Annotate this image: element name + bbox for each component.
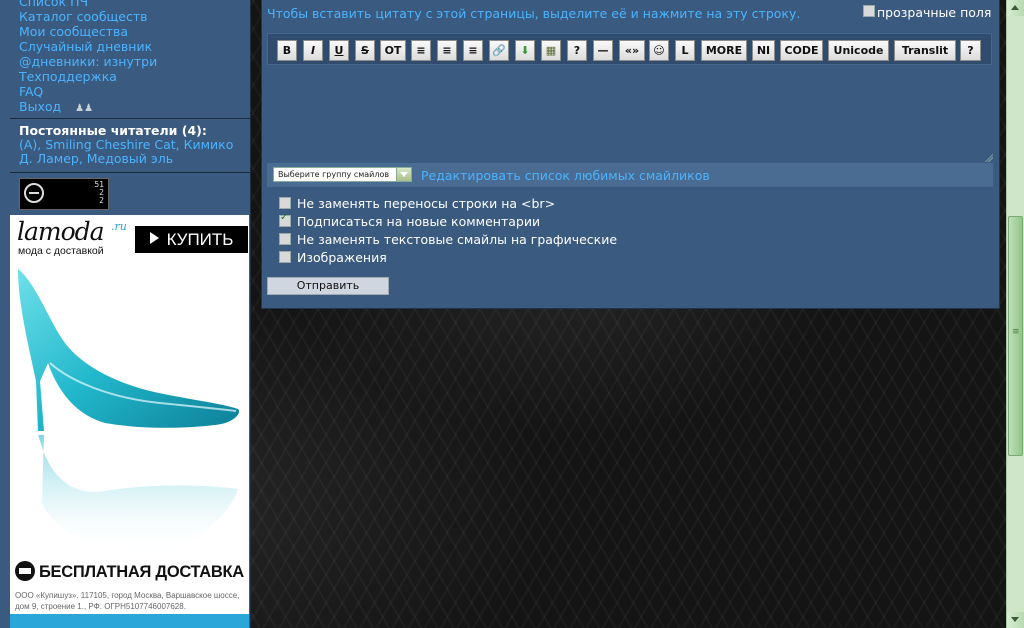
nav-link-support[interactable]: Техподдержка (19, 69, 157, 84)
transparent-fields-label: прозрачные поля (877, 5, 992, 20)
option-no-graphic-smileys[interactable]: Не заменять текстовые смайлы на графичес… (279, 232, 617, 247)
smiley-bar: Выберите группу смайлов Редактировать сп… (267, 163, 993, 187)
ad-stripe (10, 614, 249, 628)
readers-block: Постоянные читатели (4): (A), Smiling Ch… (19, 124, 247, 166)
more-separator-button[interactable]: — (593, 40, 613, 61)
italic-button[interactable]: I (303, 40, 323, 61)
ad-logo-suffix: .ru (111, 220, 127, 233)
sidebar: Список ПЧ Каталог сообществ Мои сообщест… (0, 0, 251, 628)
quote-hint-link[interactable]: Чтобы вставить цитату с этой страницы, в… (267, 6, 800, 21)
link-button[interactable]: 🔗 (489, 40, 509, 61)
underline-button[interactable]: U (329, 40, 349, 61)
nav-link-logout-label[interactable]: Выход (19, 99, 61, 114)
nav-link-friends-list[interactable]: Список ПЧ (19, 0, 157, 9)
help-button[interactable]: ? (567, 40, 587, 61)
counter-logo-icon (24, 183, 44, 203)
resize-grip-icon[interactable] (985, 154, 993, 162)
offtopic-button[interactable]: OT (380, 40, 406, 61)
ni-button[interactable]: NI (752, 40, 775, 61)
option-images[interactable]: Изображения (279, 250, 387, 265)
option-no-br[interactable]: Не заменять переносы строки на <br> (279, 196, 555, 211)
comment-textarea[interactable] (267, 68, 993, 162)
nav-link-communities-catalog[interactable]: Каталог сообществ (19, 9, 157, 24)
strikethrough-button[interactable]: S (355, 40, 375, 61)
truck-icon (15, 561, 35, 581)
option-subscribe-label: Подписаться на новые комментарии (297, 214, 541, 229)
nav-link-logout[interactable]: Выход ♟♟ (19, 99, 157, 116)
edit-favorite-smileys-link[interactable]: Редактировать список любимых смайликов (421, 168, 710, 183)
ad-delivery-label: БЕСПЛАТНАЯ ДОСТАВКА (39, 563, 244, 581)
nav-link-my-communities[interactable]: Мои сообщества (19, 24, 157, 39)
help-button-2[interactable]: ? (960, 40, 981, 61)
readers-title: Постоянные читатели (4): (19, 123, 207, 138)
transparent-fields-checkbox[interactable] (863, 5, 875, 17)
option-no-graphic-smileys-checkbox[interactable] (279, 233, 291, 245)
divider (10, 172, 250, 173)
site-counter[interactable]: 51 2 2 (19, 178, 109, 210)
option-no-br-label: Не заменять переносы строки на <br> (297, 196, 556, 211)
ad-tagline: мода с доставкой (18, 245, 104, 257)
submit-button[interactable]: Отправить (267, 277, 389, 295)
nav-link-random-diary[interactable]: Случайный дневник (19, 39, 157, 54)
formatting-toolbar: B I U S OT ≡ ≡ ≡ 🔗 ⬇ ▦ ? — «» ☺ L MORE N… (267, 33, 992, 65)
option-images-checkbox[interactable] (279, 251, 291, 263)
option-images-label: Изображения (297, 250, 387, 265)
play-arrow-icon (149, 232, 159, 244)
readers-list[interactable]: (A), Smiling Cheshire Cat, Кимико Д. Лам… (19, 138, 247, 166)
more-button[interactable]: MORE (701, 40, 747, 61)
quotes-button[interactable]: «» (619, 40, 645, 61)
smiley-group-select[interactable]: Выберите группу смайлов (273, 167, 412, 182)
divider (10, 118, 250, 119)
option-no-graphic-smileys-label: Не заменять текстовые смайлы на графичес… (297, 232, 618, 247)
align-center-button[interactable]: ≡ (411, 40, 431, 61)
users-icon: ♟♟ (75, 103, 94, 114)
counter-value: 51 2 2 (94, 180, 104, 205)
nav-link-diaries-inside[interactable]: @дневники: изнутри (19, 54, 157, 69)
sidebar-nav: Список ПЧ Каталог сообществ Мои сообщест… (19, 0, 157, 116)
user-icon-button[interactable]: ☺ (649, 40, 669, 61)
option-no-br-checkbox[interactable] (279, 197, 291, 209)
align-justify-button[interactable]: ≡ (463, 40, 483, 61)
page-scrollbar[interactable] (1006, 0, 1024, 628)
bold-button[interactable]: B (277, 40, 297, 61)
unicode-button[interactable]: Unicode (828, 40, 889, 61)
ad-delivery-text: БЕСПЛАТНАЯ ДОСТАВКА (15, 561, 245, 582)
shoe-image (18, 269, 240, 555)
option-subscribe[interactable]: Подписаться на новые комментарии (279, 212, 541, 229)
chevron-down-icon[interactable] (396, 167, 412, 182)
comment-form-panel: Чтобы вставить цитату с этой страницы, в… (261, 0, 1000, 309)
ad-banner[interactable]: lamoda .ru мода с доставкой КУПИТЬ БЕСПЛ… (10, 215, 249, 628)
scroll-up-arrow-icon[interactable] (1007, 0, 1024, 16)
ad-legal-text: ООО «Купишуз». 117105, город Москва, Вар… (15, 591, 240, 611)
smiley-group-select-value: Выберите группу смайлов (278, 170, 390, 179)
nav-link-faq[interactable]: FAQ (19, 84, 157, 99)
scroll-down-arrow-icon[interactable] (1007, 612, 1024, 628)
scrollbar-thumb[interactable] (1008, 216, 1023, 456)
video-button[interactable]: ▦ (541, 40, 561, 61)
ad-logo: lamoda (17, 217, 105, 246)
align-right-button[interactable]: ≡ (437, 40, 457, 61)
code-button[interactable]: CODE (780, 40, 823, 61)
ad-buy-button[interactable]: КУПИТЬ (135, 226, 248, 253)
ad-buy-label: КУПИТЬ (166, 230, 234, 249)
transparent-fields-option[interactable]: прозрачные поля (863, 5, 991, 20)
image-upload-button[interactable]: ⬇ (515, 40, 535, 61)
translit-button[interactable]: Translit (894, 40, 956, 61)
option-subscribe-checkbox[interactable] (279, 212, 291, 227)
l-button[interactable]: L (675, 40, 695, 61)
